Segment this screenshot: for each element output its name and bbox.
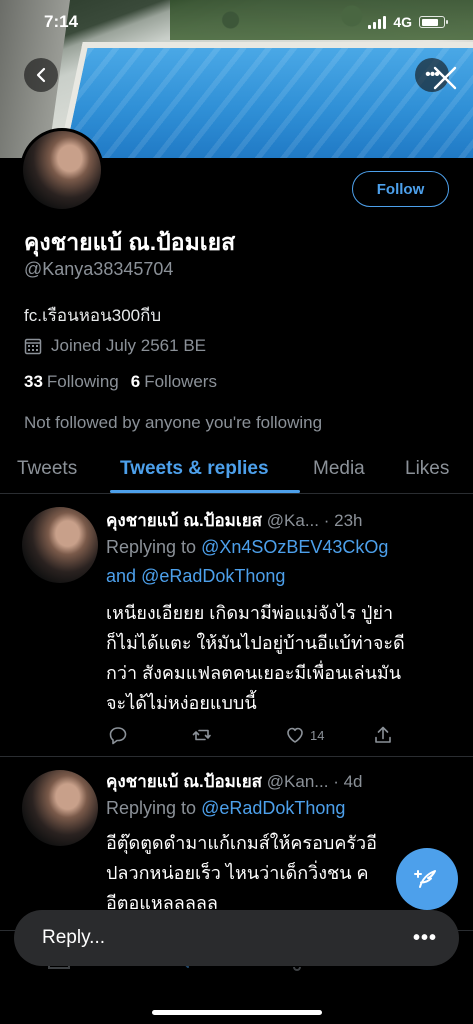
following-link[interactable]: 33 Following [24,372,119,392]
reply-bar-label[interactable]: Reply... [42,927,105,949]
like-action[interactable]: 14 [285,725,324,745]
status-bar: 7:14 4G [0,0,473,44]
tweet-avatar[interactable] [22,507,98,583]
follow-button[interactable]: Follow [352,171,449,207]
home-indicator [152,1010,322,1015]
tweet-text: เหนียงเอียยย เกิดมามีพ่อแม่จังไร ปู่ย่า … [106,598,456,718]
like-icon [287,727,303,743]
active-tab-indicator [110,490,300,493]
reply-mention[interactable]: @eRadDokThong [141,566,285,586]
back-button[interactable] [24,58,58,92]
replying-to-label: Replying to [106,537,197,557]
profile-handle: @Kanya38345704 [24,259,174,279]
compose-icon [414,870,436,888]
share-icon [375,726,391,743]
tweet-header: คุงชายแบ้ ณ.ป้อมเยส @Ka... · 23h [106,507,456,534]
follow-counts: 33 Following 6 Followers [24,372,217,392]
reply-bar-menu-icon[interactable]: ••• [413,927,437,950]
calendar-icon [24,338,42,355]
reply-action[interactable] [108,725,128,745]
back-icon [36,67,46,83]
tweet-text-line: จะได้ไม่หง่อยแบบนี้ [106,693,257,713]
tweet-header: คุงชายแบ้ ณ.ป้อมเยส @Kan... · 4d [106,768,456,795]
status-right: 4G [368,14,448,30]
tweet-item[interactable]: คุงชายแบ้ ณ.ป้อมเยส @Ka... · 23h Replyin… [0,495,473,757]
tweet-text-line: ก็ไม่ได้แตะ ให้มันไปอยู่บ้านอีแบ้ท่าจะดี [106,633,405,653]
followers-label: Followers [144,372,217,391]
tweet-author-name: คุงชายแบ้ ณ.ป้อมเยส [106,772,263,791]
profile-bio: fc.เรือนหอน300กีบ [24,306,162,325]
tab-tweets-replies[interactable]: Tweets & replies [120,458,269,480]
tweet-author-name: คุงชายแบ้ ณ.ป้อมเยส [106,511,263,530]
tweet-avatar[interactable] [22,770,98,846]
following-count: 33 [24,372,43,391]
tweet-text-line: อีตุ๊ดตูดดำมาแก้เกมส์ให้ครอบครัวอี [106,833,377,853]
reply-icon [109,727,127,745]
tweet-time: · 4d [333,772,363,791]
tweet-text-line: เหนียงเอียยย เกิดมามีพ่อแม่จังไร ปู่ย่า [106,603,394,623]
reply-mention[interactable]: @eRadDokThong [201,798,345,818]
not-followed-note: Not followed by anyone you're following [24,413,323,432]
retweet-action[interactable] [192,725,212,745]
tweet-replying-to: Replying to @eRadDokThong [106,794,345,823]
reply-and: and [106,566,137,586]
tab-likes[interactable]: Likes [405,458,449,480]
banner-pool [57,42,473,158]
signal-icon [368,15,387,29]
like-count: 14 [310,727,325,743]
tab-media[interactable]: Media [313,458,365,480]
compose-button[interactable] [396,848,458,910]
joined-text: Joined July 2561 BE [51,336,206,355]
battery-icon [419,16,448,28]
network-label: 4G [393,14,412,30]
followers-link[interactable]: 6 Followers [131,372,217,392]
status-time: 7:14 [44,12,79,31]
tweet-item[interactable]: คุงชายแบ้ ณ.ป้อมเยส @Kan... · 4d Replyin… [0,758,473,930]
reply-mention[interactable]: @Xn4SOzBEV43CkOg [201,537,388,557]
tweet-time: · 23h [323,511,363,530]
profile-joined: Joined July 2561 BE [24,336,206,356]
tweet-replying-to: Replying to @Xn4SOzBEV43CkOg and @eRadDo… [106,533,388,591]
tweet-author-handle: @Kan... [266,772,329,791]
tweet-text-line: กว่า สังคมแฟลตคนเยอะมีเพื่อนเล่นมัน [106,663,402,683]
followers-count: 6 [130,372,141,391]
close-icon[interactable] [427,60,463,96]
retweet-icon [192,729,211,741]
reply-bar[interactable]: Reply... ••• [14,910,459,966]
tab-tweets[interactable]: Tweets [17,458,77,480]
profile-tabs: Tweets Tweets & replies Media Likes [0,446,473,494]
following-label: Following [46,372,119,391]
share-action[interactable] [373,725,393,745]
profile-name: คุงชายแบ้ ณ.ป้อมเยส [24,229,236,255]
tweet-author-handle: @Ka... [266,511,320,530]
profile-avatar[interactable] [20,128,104,212]
replying-to-label: Replying to [106,798,197,818]
